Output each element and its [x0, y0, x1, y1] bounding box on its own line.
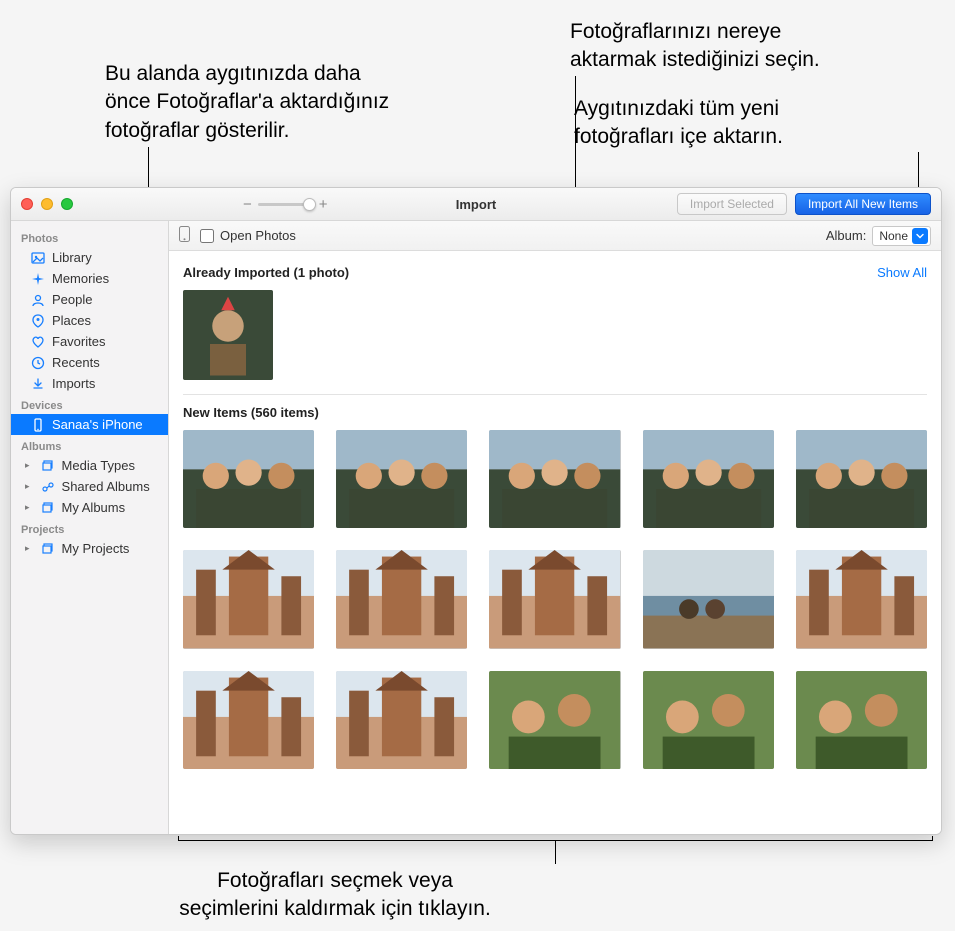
photo-thumb[interactable] — [183, 671, 314, 769]
photo-thumb[interactable] — [796, 671, 927, 769]
callout-click-to-select: Fotoğrafları seçmek veya seçimlerini kal… — [85, 867, 585, 924]
photo-icon — [31, 251, 45, 265]
chevron-right-icon: ▸ — [25, 481, 30, 492]
photo-thumb[interactable] — [643, 671, 774, 769]
sidebar-item-favorites[interactable]: Favorites — [11, 331, 168, 352]
device-icon — [179, 226, 190, 245]
photo-thumb[interactable] — [489, 550, 620, 648]
chevron-right-icon: ▸ — [25, 460, 30, 471]
already-imported-thumb[interactable] — [183, 290, 273, 380]
download-icon — [31, 377, 45, 391]
sidebar-item-label: Sanaa's iPhone — [52, 417, 143, 432]
photo-thumb[interactable] — [183, 430, 314, 528]
callout-import-all: Aygıtınızdaki tüm yeni fotoğrafları içe … — [574, 95, 944, 152]
fullscreen-window-button[interactable] — [61, 198, 73, 210]
person-icon — [31, 293, 45, 307]
chevron-down-icon — [912, 228, 928, 244]
sidebar: Photos Library Memories People Places Favori… — [11, 221, 169, 834]
content-area: Already Imported (1 photo) Show All New … — [169, 251, 941, 834]
photo-thumb[interactable] — [796, 550, 927, 648]
sidebar-item-my-albums[interactable]: ▸ My Albums — [11, 497, 168, 518]
sidebar-item-label: Places — [52, 313, 91, 328]
sidebar-item-my-projects[interactable]: ▸ My Projects — [11, 538, 168, 559]
callout-already-imported: Bu alanda aygıtınızda daha önce Fotoğraf… — [105, 60, 485, 145]
open-photos-label: Open Photos — [220, 228, 296, 243]
heart-icon — [31, 335, 45, 349]
sidebar-item-memories[interactable]: Memories — [11, 268, 168, 289]
callout-line — [178, 836, 179, 841]
pin-icon — [31, 314, 45, 328]
section-divider — [183, 394, 927, 395]
sidebar-heading-photos: Photos — [11, 227, 168, 247]
window-controls — [21, 198, 73, 210]
sidebar-heading-devices: Devices — [11, 394, 168, 414]
sidebar-item-label: My Albums — [62, 500, 126, 515]
chevron-right-icon: ▸ — [25, 543, 30, 554]
photo-thumb[interactable] — [336, 671, 467, 769]
clock-icon — [31, 356, 45, 370]
photo-thumb[interactable] — [336, 430, 467, 528]
subtoolbar: Open Photos Album: None — [169, 221, 941, 251]
callout-line — [932, 836, 933, 841]
sidebar-item-label: Favorites — [52, 334, 105, 349]
shared-icon — [41, 480, 55, 494]
photo-thumb[interactable] — [489, 430, 620, 528]
photo-thumb[interactable] — [796, 430, 927, 528]
sidebar-item-label: Memories — [52, 271, 109, 286]
import-all-button[interactable]: Import All New Items — [795, 193, 931, 215]
chevron-right-icon: ▸ — [25, 502, 30, 513]
photo-thumb[interactable] — [643, 550, 774, 648]
zoom-control: − + — [243, 196, 328, 213]
album-label: Album: — [826, 228, 866, 243]
sidebar-item-media-types[interactable]: ▸ Media Types — [11, 455, 168, 476]
titlebar: − + Import Import Selected Import All Ne… — [11, 188, 941, 221]
photo-thumb[interactable] — [489, 671, 620, 769]
sidebar-item-label: People — [52, 292, 92, 307]
stack-icon — [41, 501, 55, 515]
phone-icon — [31, 418, 45, 432]
minimize-window-button[interactable] — [41, 198, 53, 210]
close-window-button[interactable] — [21, 198, 33, 210]
sidebar-item-imports[interactable]: Imports — [11, 373, 168, 394]
stack-icon — [41, 542, 55, 556]
sidebar-item-label: Library — [52, 250, 92, 265]
sidebar-item-sanaa-s-iphone[interactable]: Sanaa's iPhone — [11, 414, 168, 435]
callout-line — [555, 840, 556, 864]
app-window: − + Import Import Selected Import All Ne… — [10, 187, 942, 835]
sidebar-item-label: Media Types — [62, 458, 135, 473]
photo-thumb[interactable] — [336, 550, 467, 648]
sidebar-item-people[interactable]: People — [11, 289, 168, 310]
zoom-in-label[interactable]: + — [319, 196, 328, 213]
sidebar-item-label: My Projects — [62, 541, 130, 556]
already-imported-heading: Already Imported (1 photo) — [183, 265, 349, 280]
callout-choose-destination: Fotoğraflarınızı nereye aktarmak istediğ… — [570, 18, 940, 75]
stack-icon — [41, 459, 55, 473]
sidebar-heading-albums: Albums — [11, 435, 168, 455]
sidebar-item-label: Recents — [52, 355, 100, 370]
zoom-out-label[interactable]: − — [243, 196, 252, 213]
sidebar-item-library[interactable]: Library — [11, 247, 168, 268]
album-select[interactable]: None — [872, 226, 931, 246]
sparkle-icon — [31, 272, 45, 286]
main-pane: Open Photos Album: None Already Imported… — [169, 221, 941, 834]
sidebar-item-recents[interactable]: Recents — [11, 352, 168, 373]
zoom-slider[interactable] — [258, 203, 313, 206]
photo-thumb[interactable] — [643, 430, 774, 528]
album-select-value: None — [879, 229, 908, 243]
zoom-slider-knob[interactable] — [303, 198, 316, 211]
show-all-link[interactable]: Show All — [877, 265, 927, 280]
sidebar-item-label: Shared Albums — [62, 479, 150, 494]
new-items-heading: New Items (560 items) — [183, 405, 319, 420]
photo-thumb[interactable] — [183, 550, 314, 648]
open-photos-checkbox[interactable] — [200, 229, 214, 243]
sidebar-item-places[interactable]: Places — [11, 310, 168, 331]
import-selected-button[interactable]: Import Selected — [677, 193, 787, 215]
sidebar-item-shared-albums[interactable]: ▸ Shared Albums — [11, 476, 168, 497]
sidebar-heading-projects: Projects — [11, 518, 168, 538]
thumbnail-grid — [183, 430, 927, 769]
sidebar-item-label: Imports — [52, 376, 95, 391]
